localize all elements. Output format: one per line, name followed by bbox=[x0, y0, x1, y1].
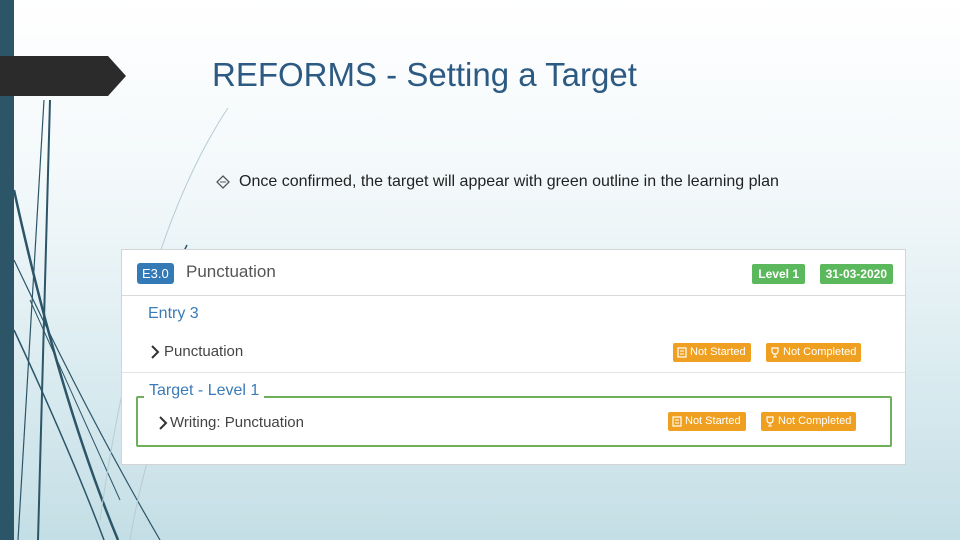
completion-badge: Not Completed bbox=[766, 343, 862, 362]
document-icon bbox=[677, 347, 687, 358]
completion-text: Not Completed bbox=[778, 415, 852, 427]
slide-title: REFORMS - Setting a Target bbox=[212, 56, 637, 93]
chevron-right-icon[interactable] bbox=[158, 416, 168, 430]
learning-plan-screenshot: E3.0 Punctuation Level 1 31-03-2020 Entr… bbox=[121, 249, 906, 465]
bullet-text: Once confirmed, the target will appear w… bbox=[239, 173, 779, 190]
trophy-icon bbox=[766, 416, 774, 427]
list-item[interactable]: Punctuation Not Started Not Completed bbox=[122, 332, 905, 373]
target-outline: Writing: Punctuation Not Started Not Com… bbox=[136, 396, 892, 447]
row-label: Punctuation bbox=[164, 343, 244, 360]
chevron-right-icon[interactable] bbox=[150, 345, 160, 359]
date-badge: 31-03-2020 bbox=[819, 264, 893, 284]
completion-badge: Not Completed bbox=[761, 412, 857, 431]
diamond-outline-icon bbox=[216, 175, 230, 189]
level-badge: Level 1 bbox=[752, 264, 805, 284]
status-badge: Not Started bbox=[673, 343, 751, 362]
target-legend: Target - Level 1 bbox=[144, 382, 265, 400]
unit-title: Punctuation bbox=[186, 262, 276, 281]
status-badge: Not Started bbox=[668, 412, 746, 431]
title-tab-shape bbox=[0, 56, 126, 96]
completion-text: Not Completed bbox=[783, 346, 857, 358]
unit-header: E3.0 Punctuation Level 1 31-03-2020 bbox=[122, 250, 905, 296]
status-text: Not Started bbox=[685, 415, 741, 427]
section-title: Entry 3 bbox=[148, 305, 199, 322]
document-icon bbox=[672, 416, 682, 427]
trophy-icon bbox=[771, 347, 779, 358]
unit-code-badge: E3.0 bbox=[137, 263, 174, 284]
status-text: Not Started bbox=[690, 346, 746, 358]
bullet-point: Once confirmed, the target will appear w… bbox=[216, 173, 779, 191]
target-row-label[interactable]: Writing: Punctuation bbox=[170, 414, 304, 431]
